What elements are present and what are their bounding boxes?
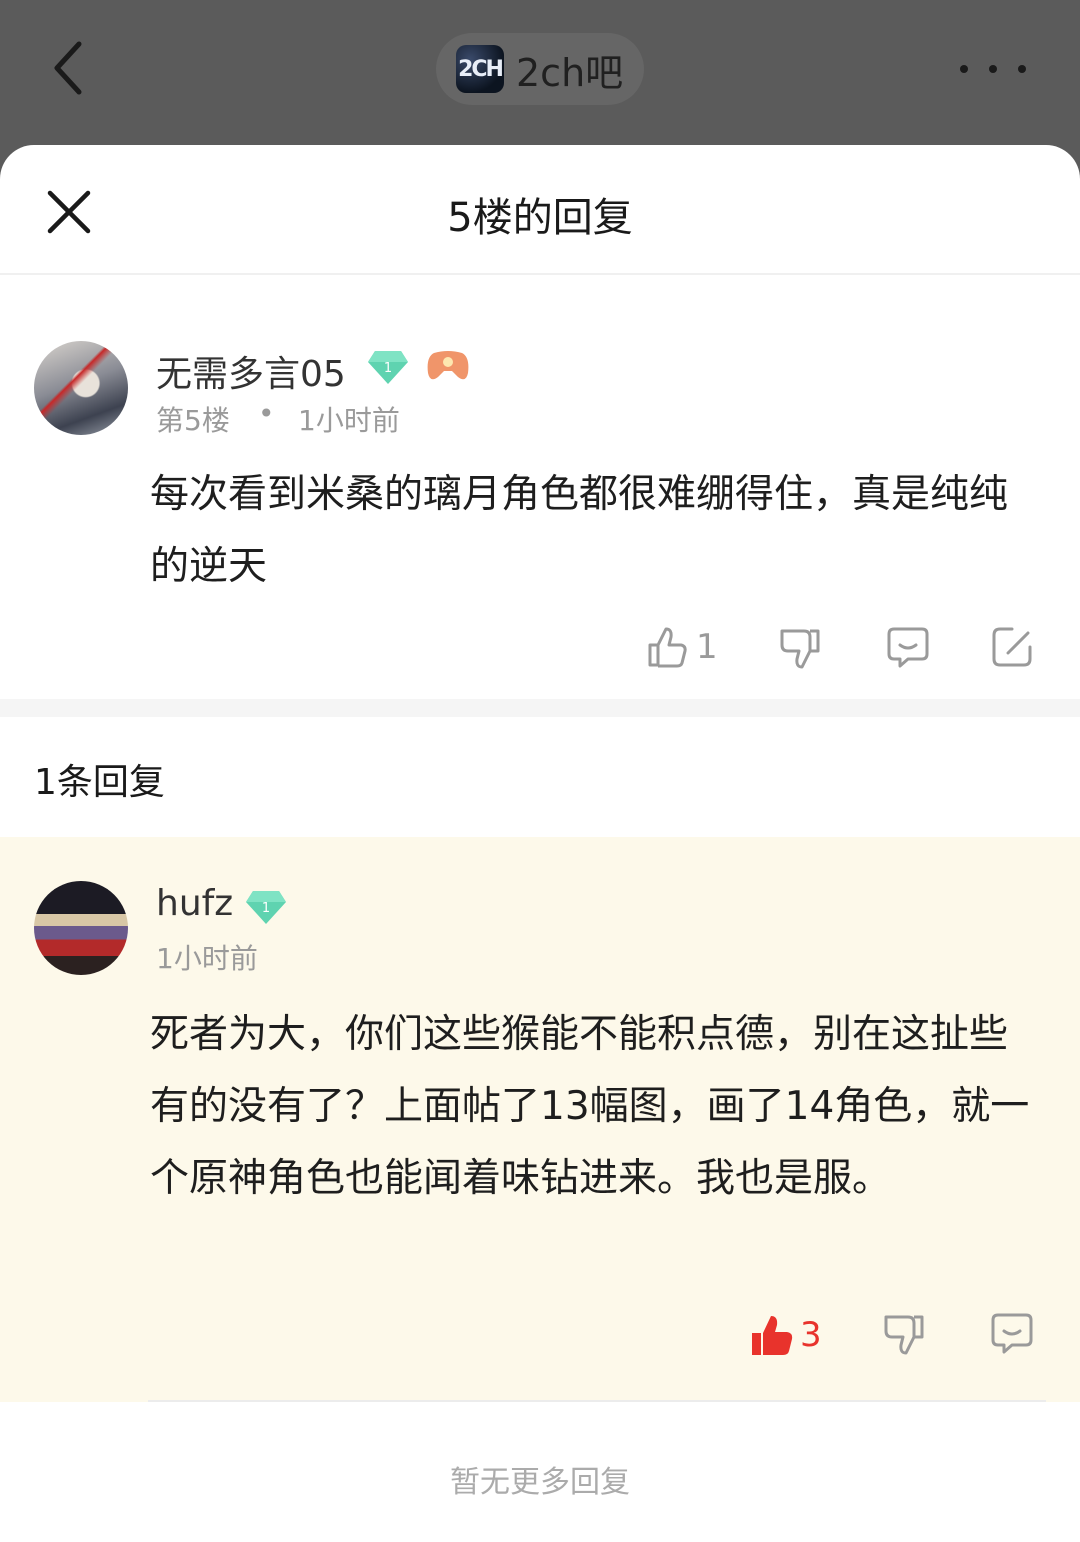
divider <box>148 1400 1046 1402</box>
forum-pill[interactable]: 2CH 2ch吧 <box>436 33 644 105</box>
dislike-button[interactable] <box>882 1313 926 1357</box>
avatar[interactable] <box>34 881 128 975</box>
sheet-header: 5楼的回复 <box>0 145 1080 275</box>
section-divider <box>0 699 1080 717</box>
comment-button[interactable] <box>886 625 930 669</box>
no-more-replies: 暂无更多回复 <box>450 1465 630 1500</box>
username[interactable]: 无需多言05 <box>156 345 346 397</box>
reply-time: 1小时前 <box>156 942 258 975</box>
post-time: 1小时前 <box>298 404 400 437</box>
level-diamond-icon: 1 <box>368 351 408 384</box>
meta-separator: • <box>258 397 275 430</box>
reply-count-row: 1条回复 <box>0 717 1080 837</box>
forum-name: 2ch吧 <box>516 50 624 95</box>
like-count: 1 <box>696 627 718 667</box>
dislike-button[interactable] <box>778 627 822 671</box>
more-dot <box>960 65 968 73</box>
edit-icon <box>992 627 1032 667</box>
like-filled-icon <box>752 1316 793 1355</box>
comment-button[interactable] <box>990 1311 1034 1355</box>
avatar[interactable] <box>34 341 128 435</box>
more-dot <box>1018 65 1026 73</box>
svg-text:1: 1 <box>262 901 270 916</box>
reply-content: 死者为大，你们这些猴能不能积点德，别在这扯些有的没有了？上面帖了13幅图，画了1… <box>150 1012 1030 1201</box>
reply-item[interactable]: hufz 1 1小时前 死者为大，你们这些猴能不能积点德，别在这扯些有的没有了？… <box>0 837 1080 1402</box>
like-button[interactable]: 3 <box>750 1313 822 1357</box>
top-bar: 2CH 2ch吧 <box>0 0 1080 145</box>
like-button[interactable]: 1 <box>646 625 718 669</box>
edit-button[interactable] <box>990 625 1034 669</box>
post-content: 每次看到米桑的璃月角色都很难绷得住，真是纯纯的逆天 <box>150 472 1009 589</box>
reply-count: 1条回复 <box>34 762 165 803</box>
gamepad-badge-icon <box>427 351 469 380</box>
floor-post: 无需多言05 1 第5楼 • 1小时前 每次看到米桑的璃月角色都很难绷得住，真是… <box>0 275 1080 699</box>
level-diamond-icon: 1 <box>246 891 286 924</box>
dislike-icon <box>884 1315 924 1355</box>
back-button[interactable] <box>38 38 98 98</box>
like-icon <box>648 627 687 668</box>
chevron-left-icon <box>54 41 82 95</box>
floor-number: 第5楼 <box>156 404 230 437</box>
svg-text:1: 1 <box>384 361 392 376</box>
like-count: 3 <box>800 1315 822 1355</box>
more-dot <box>989 65 997 73</box>
comment-icon <box>991 1313 1033 1354</box>
forum-logo: 2CH <box>456 45 504 93</box>
dislike-icon <box>780 629 820 669</box>
sheet-title: 5楼的回复 <box>447 195 633 241</box>
reply-sheet: 5楼的回复 无需多言05 1 第5楼 • 1小时前 每次看到米桑的璃月角色都很难… <box>0 145 1080 1542</box>
comment-icon <box>887 627 929 668</box>
more-button[interactable] <box>960 52 1026 86</box>
username[interactable]: hufz <box>156 883 233 924</box>
